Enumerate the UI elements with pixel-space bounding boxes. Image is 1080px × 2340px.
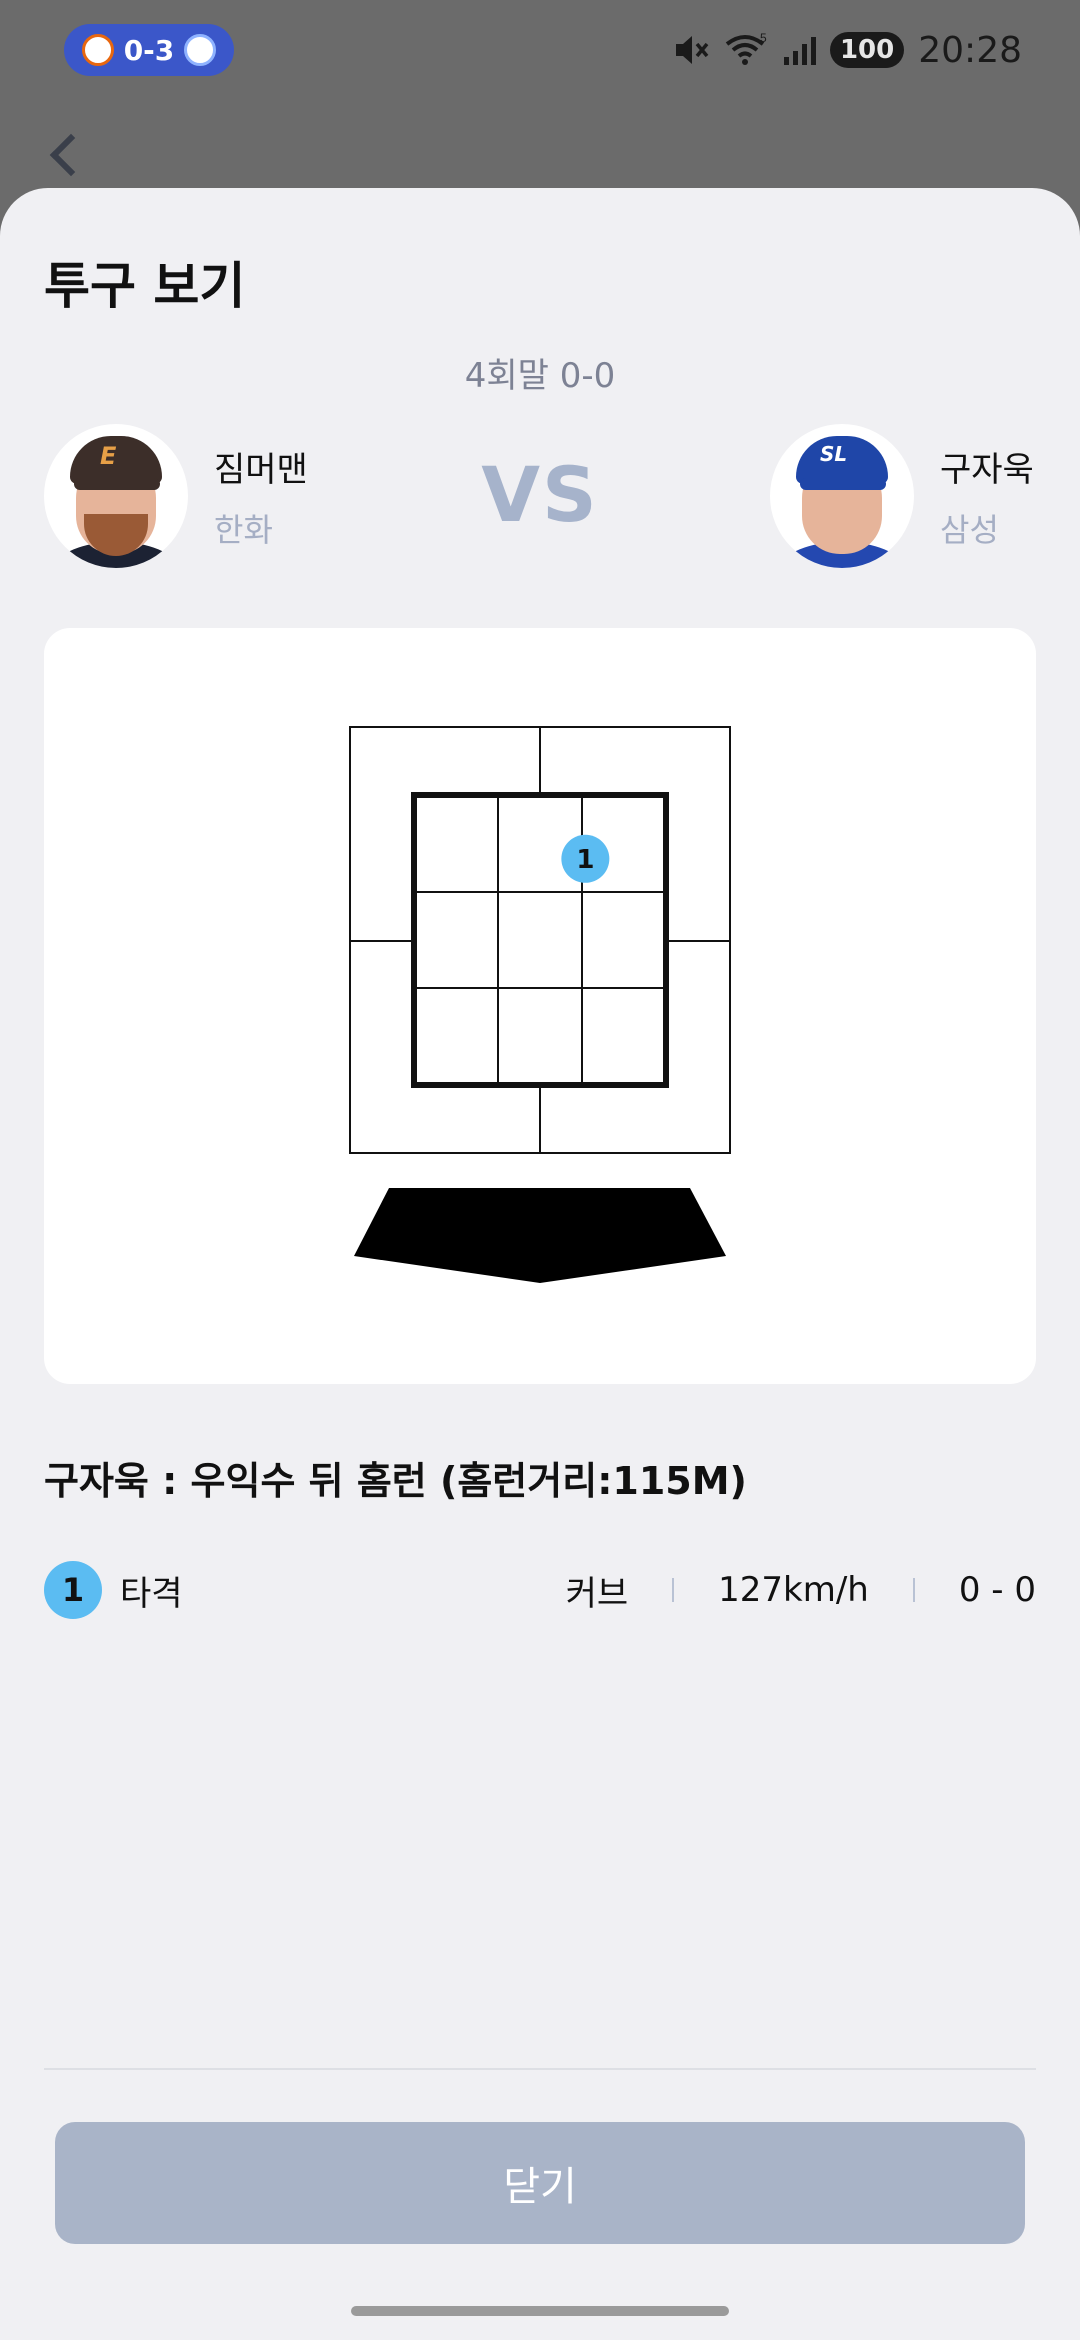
batter-team: 삼성	[940, 510, 999, 549]
divider	[44, 2068, 1036, 2070]
clock: 20:28	[918, 29, 1022, 71]
mute-icon	[675, 36, 709, 64]
wifi-badge: 5	[760, 32, 767, 45]
pitch-view-sheet: 투구 보기 4회말 0-0 E 짐머맨 한화 VS SL 구자욱 삼성 1 구자…	[0, 188, 1080, 2340]
pitch-type: 커브	[565, 1573, 629, 1614]
battery-badge: 100	[829, 32, 905, 68]
batter-cap-logo: SL	[820, 442, 848, 466]
inner-strike-zone	[411, 792, 669, 1088]
sheet-title: 투구 보기	[44, 257, 246, 315]
batter-name: 구자욱	[940, 449, 1034, 490]
pitch-number-badge: 1	[44, 1561, 102, 1619]
separator	[672, 1578, 675, 1602]
pitch-list-item[interactable]: 1 타격 커브 127km/h 0 - 0	[44, 1560, 1036, 1620]
signal-icon	[783, 35, 816, 65]
wifi-icon: 5	[725, 32, 767, 65]
close-button[interactable]: 닫기	[55, 2122, 1025, 2244]
pitch-result: 타격	[120, 1573, 183, 1614]
eagles-logo-icon	[81, 34, 114, 66]
live-score: 0-3	[123, 33, 175, 67]
pitch-speed: 127km/h	[718, 1570, 869, 1610]
pitch-count: 0 - 0	[958, 1570, 1036, 1610]
live-score-pill[interactable]: 0-3	[64, 24, 234, 76]
strike-zone: 1	[349, 726, 731, 1283]
home-plate	[354, 1188, 726, 1283]
system-status: 5 100 20:28	[672, 26, 1022, 74]
lions-logo-icon	[184, 34, 217, 66]
separator	[912, 1578, 915, 1602]
home-indicator[interactable]	[351, 2306, 729, 2316]
batter-avatar: SL	[770, 424, 914, 568]
strike-zone-card: 1	[44, 628, 1036, 1384]
status-bar: 0-3 5 100 20:28	[0, 0, 1080, 100]
batter-card: SL 구자욱 삼성	[770, 424, 1034, 568]
inning-label: 4회말 0-0	[464, 356, 616, 396]
at-bat-result: 구자욱 : 우익수 뒤 홈런 (홈런거리:115M)	[44, 1459, 747, 1503]
pitch-marker-label: 1	[576, 845, 594, 875]
back-chevron-icon[interactable]	[49, 133, 93, 177]
